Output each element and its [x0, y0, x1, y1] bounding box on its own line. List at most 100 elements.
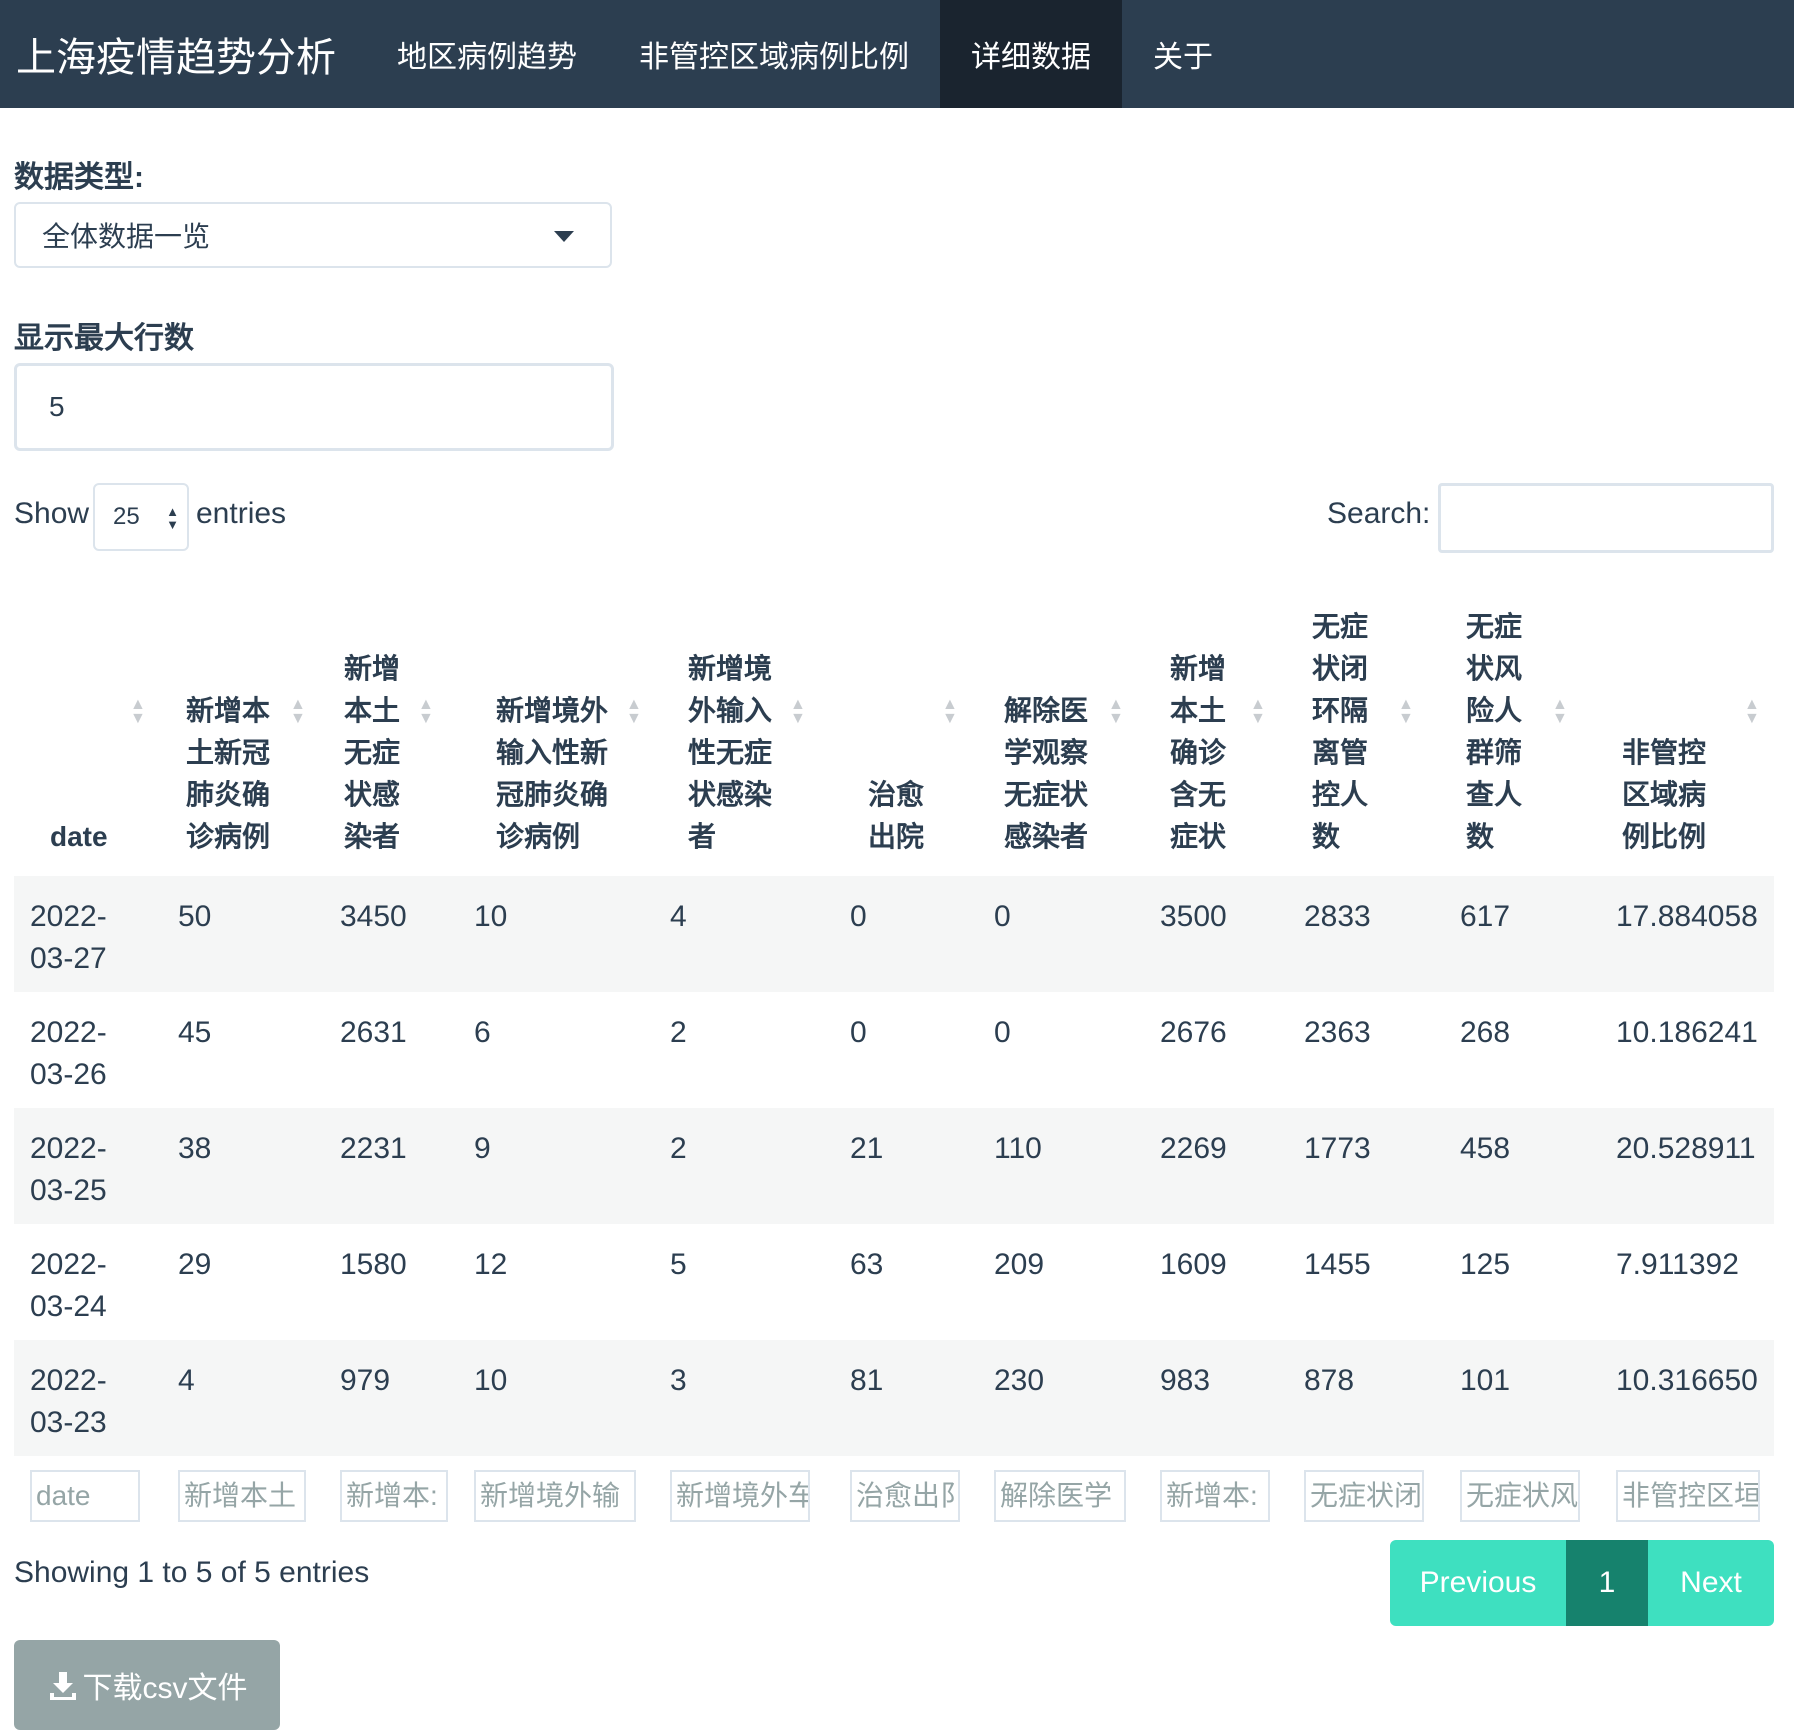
tab-about[interactable]: 关于 [1122, 0, 1244, 108]
date-cell: 2022-03-26 [14, 992, 158, 1108]
filter-cell: 无症状闭 [1288, 1456, 1442, 1526]
column-filter-input[interactable]: 无症状风 [1460, 1470, 1580, 1522]
table-row: 2022-03-24 29 1580 12 5 63 209 1609 1455 125 7.911… [14, 1224, 1774, 1340]
app-title[interactable]: 上海疫情趋势分析 [0, 0, 366, 108]
column-filter-input[interactable]: 新增本: [340, 1470, 448, 1522]
data-type-select[interactable]: 全体数据一览 [14, 202, 612, 268]
entries-length-select[interactable]: 25 ▲ ▼ [93, 483, 189, 551]
date-cell: 2022-03-27 [14, 876, 158, 992]
column-filter-input[interactable]: 新增本土 [178, 1470, 306, 1522]
table-cell: 45 [158, 992, 320, 1108]
column-header-local-confirmed[interactable]: 新增本土新冠肺炎确诊病例 ▲ ▼ [158, 580, 320, 876]
column-filter-input[interactable]: 无症状闭 [1304, 1470, 1424, 1522]
previous-button[interactable]: Previous [1390, 1540, 1566, 1626]
table-cell: 2269 [1144, 1108, 1288, 1224]
caret-down-icon [554, 231, 574, 242]
column-header-imported-confirmed[interactable]: 新增境外输入性新冠肺炎确诊病例 ▲ ▼ [464, 580, 660, 876]
table-cell: 21 [834, 1108, 978, 1224]
column-header-imported-asymptomatic[interactable]: 新增境外输入性无症状感染者 ▲ ▼ [660, 580, 834, 876]
column-filter-row: date 新增本土 新增本: 新增境外输 新增境外车 治愈出阝 解除医学 新增本: 无症状闭 无症… [14, 1456, 1774, 1526]
table-cell: 268 [1442, 992, 1596, 1108]
sort-icon: ▲ ▼ [130, 696, 146, 727]
filter-cell: 新增本: [1144, 1456, 1288, 1526]
table-cell: 2 [660, 992, 834, 1108]
table-cell: 38 [158, 1108, 320, 1224]
table-cell: 3500 [1144, 876, 1288, 992]
table-cell: 50 [158, 876, 320, 992]
column-filter-input[interactable]: 新增境外车 [670, 1470, 810, 1522]
table-cell: 17.884058 [1596, 876, 1774, 992]
page-1-button[interactable]: 1 [1566, 1540, 1648, 1626]
download-label: 下载csv文件 [82, 1672, 248, 1705]
table-cell: 2363 [1288, 992, 1442, 1108]
table-info: Showing 1 to 5 of 5 entries [14, 1556, 370, 1589]
date-cell: 2022-03-23 [14, 1340, 158, 1456]
max-rows-input[interactable]: 5 [14, 363, 614, 451]
column-header-local-total[interactable]: 新增本土确诊含无症状 ▲ ▼ [1144, 580, 1288, 876]
next-button[interactable]: Next [1648, 1540, 1774, 1626]
download-csv-button[interactable]: 下载csv文件 [14, 1640, 280, 1730]
table-cell: 2631 [320, 992, 464, 1108]
filter-cell: 无症状风 [1442, 1456, 1596, 1526]
data-table: date ▲ ▼ 新增本土新冠肺炎确诊病例 ▲ ▼ 新增本土无症状感染者 ▲ ▼ 新增… [14, 580, 1774, 1526]
column-header-released-asymptomatic[interactable]: 解除医学观察无症状感染者 ▲ ▼ [978, 580, 1144, 876]
table-cell: 10 [464, 876, 660, 992]
table-cell: 10.316650 [1596, 1340, 1774, 1456]
table-cell: 29 [158, 1224, 320, 1340]
filter-cell: date [14, 1456, 158, 1526]
data-type-label: 数据类型: [14, 161, 144, 194]
table-cell: 10.186241 [1596, 992, 1774, 1108]
table-cell: 1773 [1288, 1108, 1442, 1224]
table-cell: 12 [464, 1224, 660, 1340]
table-cell: 0 [834, 876, 978, 992]
table-body: 2022-03-27 50 3450 10 4 0 0 3500 2833 617 17.88405… [14, 876, 1774, 1456]
table-row: 2022-03-25 38 2231 9 2 21 110 2269 1773 458 20.528… [14, 1108, 1774, 1224]
table-cell: 230 [978, 1340, 1144, 1456]
table-cell: 1609 [1144, 1224, 1288, 1340]
navbar: 上海疫情趋势分析 地区病例趋势 非管控区域病例比例 详细数据 关于 [0, 0, 1794, 108]
table-cell: 0 [834, 992, 978, 1108]
column-header-uncontrolled-ratio[interactable]: 非管控区域病例比例 ▲ ▼ [1596, 580, 1774, 876]
sort-icon: ▲ ▼ [1744, 696, 1760, 727]
column-filter-input[interactable]: 新增本: [1160, 1470, 1270, 1522]
column-header-date[interactable]: date ▲ ▼ [14, 580, 158, 876]
show-label: Show [14, 497, 90, 530]
sort-icon: ▲ ▼ [1250, 696, 1266, 727]
search-input[interactable] [1438, 483, 1774, 553]
table-cell: 0 [978, 876, 1144, 992]
table-cell: 1580 [320, 1224, 464, 1340]
column-header-local-asymptomatic[interactable]: 新增本土无症状感染者 ▲ ▼ [320, 580, 464, 876]
sort-icon: ▲ ▼ [1398, 696, 1414, 727]
up-down-arrows-icon: ▲ ▼ [166, 504, 179, 532]
tab-uncontrolled-ratio[interactable]: 非管控区域病例比例 [608, 0, 940, 108]
table-cell: 20.528911 [1596, 1108, 1774, 1224]
column-filter-input[interactable]: 解除医学 [994, 1470, 1126, 1522]
tab-region-trend[interactable]: 地区病例趋势 [366, 0, 608, 108]
column-header-cured[interactable]: 治愈出院 ▲ ▼ [834, 580, 978, 876]
table-cell: 125 [1442, 1224, 1596, 1340]
table-row: 2022-03-27 50 3450 10 4 0 0 3500 2833 617 17.88405… [14, 876, 1774, 992]
date-cell: 2022-03-24 [14, 1224, 158, 1340]
pagination: Previous 1 Next [1390, 1540, 1774, 1626]
column-filter-input[interactable]: date [30, 1470, 140, 1522]
table-cell: 2 [660, 1108, 834, 1224]
column-filter-input[interactable]: 新增境外输 [474, 1470, 636, 1522]
column-header-closed-loop[interactable]: 无症状闭环隔离管控人数 ▲ ▼ [1288, 580, 1442, 876]
column-filter-input[interactable]: 治愈出阝 [850, 1470, 960, 1522]
table-cell: 979 [320, 1340, 464, 1456]
table-cell: 81 [834, 1340, 978, 1456]
table-cell: 2231 [320, 1108, 464, 1224]
entries-length-value: 25 [113, 503, 140, 530]
tab-detailed-data[interactable]: 详细数据 [940, 0, 1122, 108]
column-filter-input[interactable]: 非管控区垣 [1616, 1470, 1760, 1522]
table-cell: 2833 [1288, 876, 1442, 992]
column-header-risk-screening[interactable]: 无症状风险人群筛查人数 ▲ ▼ [1442, 580, 1596, 876]
sort-icon: ▲ ▼ [1108, 696, 1124, 727]
max-rows-label: 显示最大行数 [14, 322, 194, 355]
sort-icon: ▲ ▼ [942, 696, 958, 727]
download-icon [49, 1672, 76, 1700]
table-cell: 617 [1442, 876, 1596, 992]
table-cell: 3450 [320, 876, 464, 992]
date-cell: 2022-03-25 [14, 1108, 158, 1224]
search-label: Search: [1327, 497, 1431, 530]
